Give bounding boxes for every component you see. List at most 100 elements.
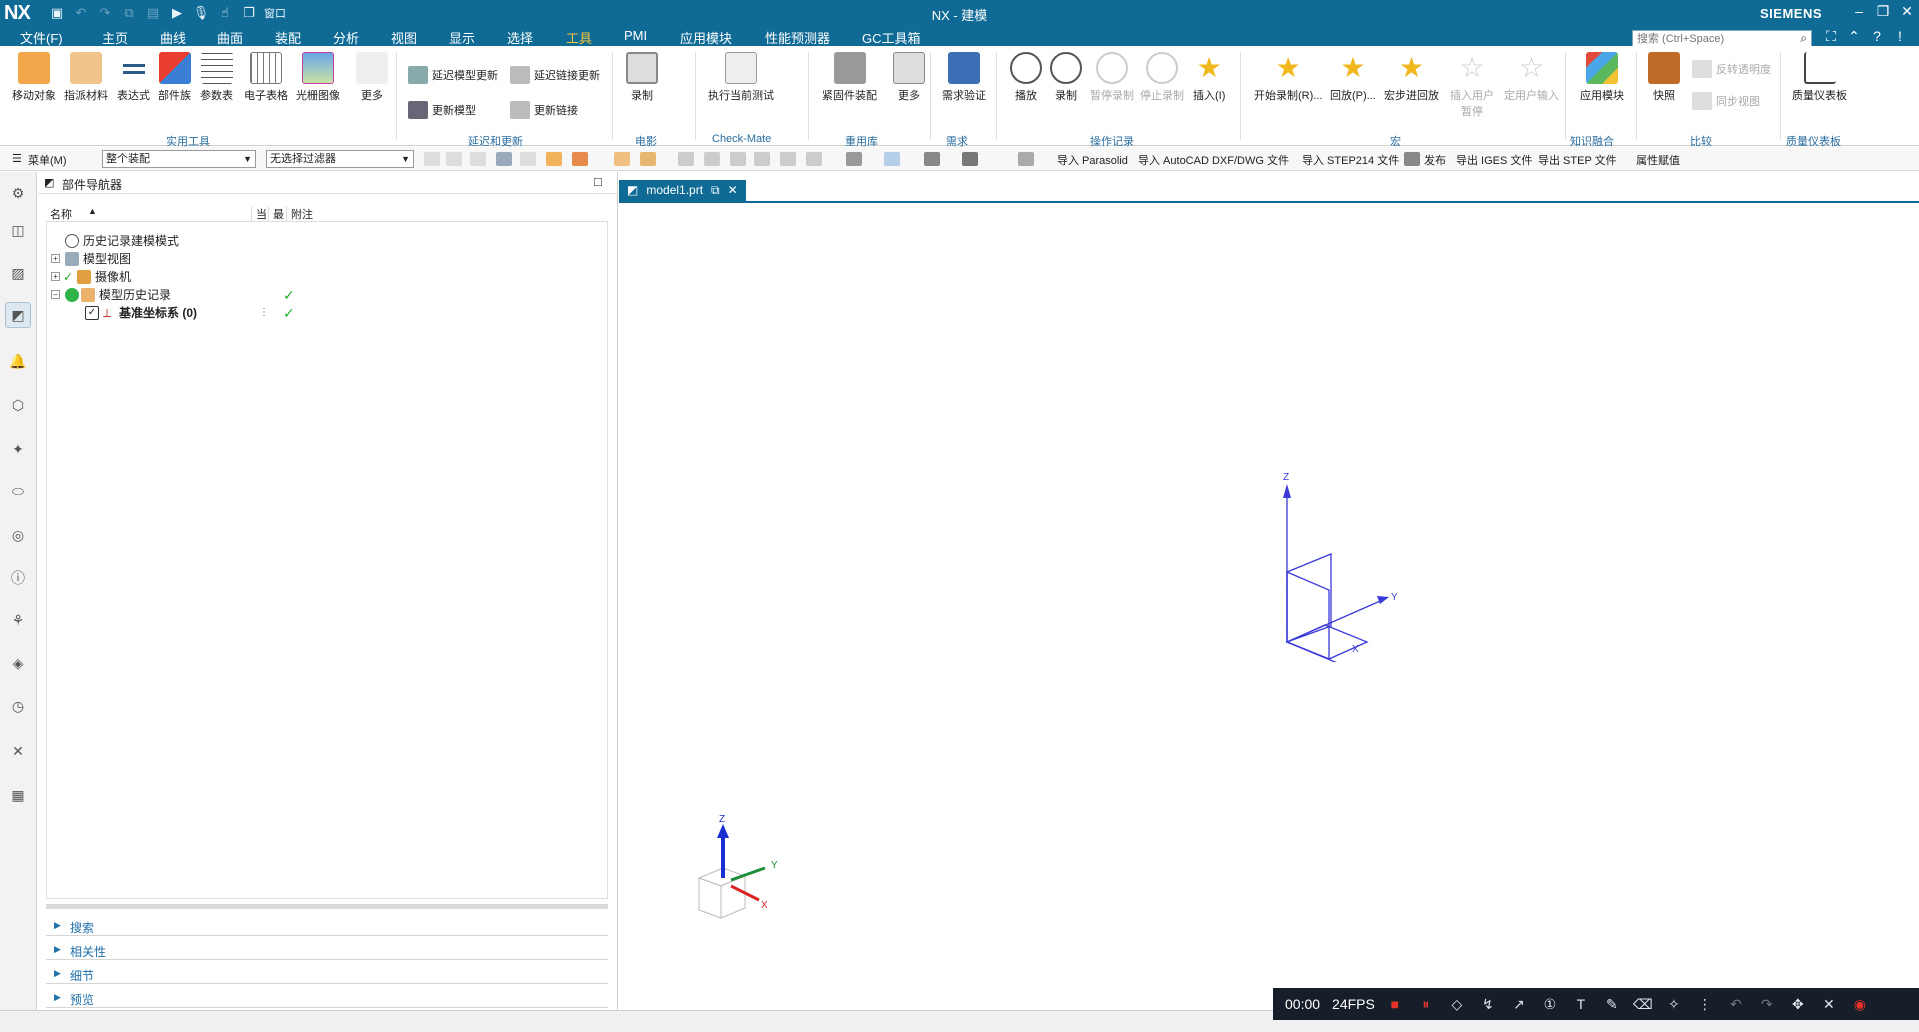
- tab-curve[interactable]: 曲线: [160, 28, 186, 47]
- reuse-more-button[interactable]: 更多: [893, 52, 925, 103]
- copy-icon[interactable]: ⧉: [120, 4, 138, 22]
- undo-icon[interactable]: ↶: [1725, 993, 1747, 1015]
- import-dxf-dwg-button[interactable]: 导入 AutoCAD DXF/DWG 文件: [1138, 152, 1289, 168]
- hd3d-icon[interactable]: ✦: [5, 436, 31, 462]
- utilities-more-button[interactable]: 更多: [356, 52, 388, 103]
- spreadsheet-button[interactable]: 电子表格: [244, 52, 288, 103]
- process-studio-icon[interactable]: ⚘: [5, 607, 31, 633]
- macro-playback-button[interactable]: ★ 回放(P)...: [1330, 52, 1376, 103]
- tools-icon[interactable]: ✕: [5, 738, 31, 764]
- expression-button[interactable]: 表达式: [117, 52, 150, 103]
- quality-dashboard-button[interactable]: 质量仪表板: [1792, 52, 1847, 103]
- deselect-icon[interactable]: [470, 152, 486, 166]
- defer-link-update-button[interactable]: 延迟链接更新: [510, 66, 600, 84]
- reuse-library-icon[interactable]: ⬡: [5, 392, 31, 418]
- macro-step-playback-button[interactable]: ★ 宏步进回放: [1384, 52, 1439, 103]
- column-name[interactable]: 名称: [50, 206, 72, 222]
- tab-home[interactable]: 主页: [102, 28, 128, 47]
- render-style-icon[interactable]: [846, 152, 862, 166]
- movie-record-button[interactable]: 录制: [626, 52, 658, 103]
- restore-button[interactable]: ❐: [1872, 3, 1894, 23]
- body-select-icon[interactable]: [572, 152, 588, 166]
- tab-gc-toolkit[interactable]: GC工具箱: [862, 28, 921, 47]
- insert-user-pause-button[interactable]: ☆ 插入用户暂停: [1450, 52, 1494, 119]
- update-model-button[interactable]: 更新模型: [408, 101, 476, 119]
- play-icon[interactable]: ▶: [168, 4, 186, 22]
- redo-icon[interactable]: ↷: [1756, 993, 1778, 1015]
- system-scenes-icon[interactable]: ◈: [5, 650, 31, 676]
- window-icon[interactable]: ❐: [240, 4, 258, 22]
- tab-view[interactable]: 视图: [391, 28, 417, 47]
- tab-file[interactable]: 文件(F): [20, 28, 63, 47]
- column-latest[interactable]: 最: [268, 206, 284, 222]
- paste-icon[interactable]: ▤: [144, 4, 162, 22]
- move-icon[interactable]: ✥: [1787, 993, 1809, 1015]
- snapshot-button[interactable]: 快照: [1648, 52, 1680, 103]
- assign-material-button[interactable]: 指派材料: [64, 52, 108, 103]
- help-icon[interactable]: ?: [1866, 28, 1888, 48]
- number-stamp-icon[interactable]: ①: [1539, 993, 1561, 1015]
- save-icon[interactable]: ▣: [48, 4, 66, 22]
- panel-details[interactable]: ▶ 细节: [46, 964, 608, 984]
- move-object-button[interactable]: 移动对象: [12, 52, 56, 103]
- window-menu[interactable]: 窗口: [264, 4, 286, 22]
- text-tool-icon[interactable]: T: [1570, 993, 1592, 1015]
- defer-model-update-button[interactable]: 延迟模型更新: [408, 66, 498, 84]
- record-button[interactable]: 录制: [1050, 52, 1082, 103]
- panel-splitter[interactable]: [46, 904, 608, 909]
- web-browser-icon[interactable]: ⬭: [5, 478, 31, 504]
- view-fit-icon[interactable]: [678, 152, 694, 166]
- gear-icon[interactable]: ⚙: [5, 180, 31, 206]
- search-input[interactable]: [1633, 31, 1788, 47]
- tab-surface[interactable]: 曲面: [217, 28, 243, 47]
- raster-image-button[interactable]: 光栅图像: [296, 52, 340, 103]
- spotlight-icon[interactable]: ✧: [1663, 993, 1685, 1015]
- search-icon[interactable]: ⌕: [1800, 31, 1807, 46]
- view-frame-icon[interactable]: [806, 152, 822, 166]
- tree-row-model-history[interactable]: – 模型历史记录 ✓: [47, 286, 607, 304]
- export-step-button[interactable]: 导出 STEP 文件: [1538, 152, 1617, 168]
- pause-circle-icon[interactable]: ⏸: [1415, 993, 1437, 1015]
- bell-icon[interactable]: 🔔: [5, 348, 31, 374]
- menu-button[interactable]: 菜单(M): [28, 152, 67, 168]
- snap-icon[interactable]: [520, 152, 536, 166]
- import-step214-button[interactable]: 导入 STEP214 文件: [1302, 152, 1399, 168]
- select-feature-icon[interactable]: [496, 152, 512, 166]
- reverse-transparency-button[interactable]: 反转透明度: [1692, 60, 1771, 78]
- redo-icon[interactable]: ↷: [96, 4, 114, 22]
- tab-pmi[interactable]: PMI: [624, 28, 647, 43]
- select-all-icon[interactable]: [446, 152, 462, 166]
- collapse-ribbon-icon[interactable]: ⌃: [1843, 28, 1865, 48]
- assembly-select-icon[interactable]: [640, 152, 656, 166]
- view-zoom-icon[interactable]: [704, 152, 720, 166]
- fastener-assembly-button[interactable]: 紧固件装配: [822, 52, 877, 103]
- user-input-button[interactable]: ☆ 定用户输入: [1504, 52, 1559, 103]
- stop-recording-button[interactable]: 停止录制: [1140, 52, 1184, 103]
- run-current-test-button[interactable]: 执行当前测试: [708, 52, 774, 103]
- column-notes[interactable]: 附注: [286, 206, 313, 222]
- start-macro-recording-button[interactable]: ★ 开始录制(R)...: [1254, 52, 1322, 103]
- filter-icon[interactable]: [424, 152, 440, 166]
- palette-icon[interactable]: ▦: [5, 782, 31, 808]
- fullscreen-icon[interactable]: ⛶: [1820, 28, 1842, 48]
- insert-button[interactable]: ★ 插入(I): [1193, 52, 1225, 103]
- display-mode-icon[interactable]: [884, 152, 900, 166]
- shading-icon[interactable]: [924, 152, 940, 166]
- tab-select[interactable]: 选择: [507, 28, 533, 47]
- column-current[interactable]: 当: [251, 206, 267, 222]
- view-rotate-icon[interactable]: [730, 152, 746, 166]
- tab-model1[interactable]: ◩ model1.prt ⧉ ✕: [619, 180, 746, 202]
- expand-icon[interactable]: +: [51, 272, 60, 281]
- measure-icon[interactable]: [1018, 152, 1034, 166]
- arrow-tool-icon[interactable]: ↗: [1508, 993, 1530, 1015]
- constraint-navigator-icon[interactable]: ▨: [5, 260, 31, 286]
- part-navigator-icon[interactable]: ◩: [5, 302, 31, 328]
- shape-icon[interactable]: ◇: [1446, 993, 1468, 1015]
- attribute-assign-button[interactable]: 属性赋值: [1636, 152, 1680, 168]
- export-iges-button[interactable]: 导出 IGES 文件: [1456, 152, 1532, 168]
- assembly-navigator-icon[interactable]: ◫: [5, 217, 31, 243]
- tree-row-cameras[interactable]: + ✓ 摄像机: [47, 268, 607, 286]
- face-select-icon[interactable]: [546, 152, 562, 166]
- tab-analysis[interactable]: 分析: [333, 28, 359, 47]
- component-select-icon[interactable]: [614, 152, 630, 166]
